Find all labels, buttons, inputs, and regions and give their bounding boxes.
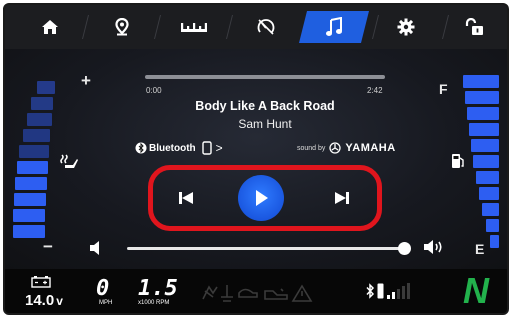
tab-lock[interactable] [445, 11, 503, 43]
tab-navigation[interactable] [93, 11, 151, 43]
song-title: Body Like A Back Road [195, 99, 335, 113]
speed-unit: MPH [99, 300, 113, 306]
yamaha-brand: YAMAHA [345, 142, 396, 154]
volume-high-icon[interactable] [423, 238, 445, 256]
voltage-unit: v [56, 294, 63, 308]
fuel-pump-icon [452, 154, 464, 168]
volume-slider[interactable] [127, 247, 405, 250]
previous-track-button[interactable] [177, 190, 195, 206]
tab-tachometer[interactable] [237, 11, 295, 43]
status-bar: 14.0 v 0 MPH 1.5 x1000 RPM N [5, 269, 507, 313]
rpm-unit: x1000 RPM [138, 300, 170, 306]
gear-indicator: N [463, 270, 489, 311]
rpm-value: 1.5 [138, 276, 178, 301]
bluetooth-status-icon [366, 283, 375, 299]
bluetooth-icon [135, 142, 147, 154]
level-decrease-button[interactable]: − [43, 237, 53, 257]
display-screen: + − F E 0:00 2:42 Body Like A Back Road … [3, 3, 509, 315]
source-chevron-icon: > [215, 141, 223, 155]
fuel-full-label: F [439, 81, 448, 97]
ruler-icon [181, 23, 207, 32]
map-pin-icon [115, 18, 129, 36]
sound-by-label: sound by [297, 144, 326, 152]
main-audio-panel: + − F E 0:00 2:42 Body Like A Back Road … [5, 49, 507, 269]
phone-icon [201, 141, 212, 155]
battery-icon [31, 276, 51, 288]
audio-source-label: Bluetooth [149, 142, 196, 154]
phone-status-icon [377, 283, 384, 299]
play-icon [256, 190, 268, 206]
signal-strength-icon [387, 283, 410, 299]
volume-slider-handle[interactable] [398, 242, 411, 255]
tab-ruler[interactable] [165, 11, 223, 43]
track-duration: 2:42 [367, 86, 383, 95]
top-nav-bar [5, 5, 507, 49]
tab-home[interactable] [21, 11, 79, 43]
level-increase-button[interactable]: + [81, 71, 91, 91]
seat-heat-icon[interactable] [59, 153, 79, 171]
speed-value: 0 [96, 276, 110, 301]
next-track-button[interactable] [333, 190, 351, 206]
sound-by-badge: sound by YAMAHA [297, 142, 396, 154]
volume-low-icon[interactable] [89, 240, 103, 256]
skip-next-icon [335, 192, 349, 204]
voltage-readout: 14.0 v [25, 292, 63, 309]
fuel-empty-label: E [475, 241, 485, 257]
gear-icon [397, 18, 415, 36]
voltage-value: 14.0 [25, 292, 55, 309]
unlock-icon [465, 18, 483, 35]
warning-indicators-icon [202, 284, 313, 302]
elapsed-time: 0:00 [146, 86, 162, 95]
skip-previous-icon [179, 192, 193, 204]
yamaha-logo-icon [329, 142, 342, 154]
tab-settings[interactable] [377, 11, 435, 43]
track-progress-bar[interactable] [145, 75, 385, 79]
artist-name: Sam Hunt [238, 117, 292, 131]
music-note-icon [326, 17, 342, 36]
play-button[interactable] [238, 175, 284, 221]
tachometer-icon [257, 19, 275, 35]
audio-source-selector[interactable]: Bluetooth > [135, 140, 223, 156]
home-icon [42, 20, 58, 34]
tab-music[interactable] [299, 11, 369, 43]
